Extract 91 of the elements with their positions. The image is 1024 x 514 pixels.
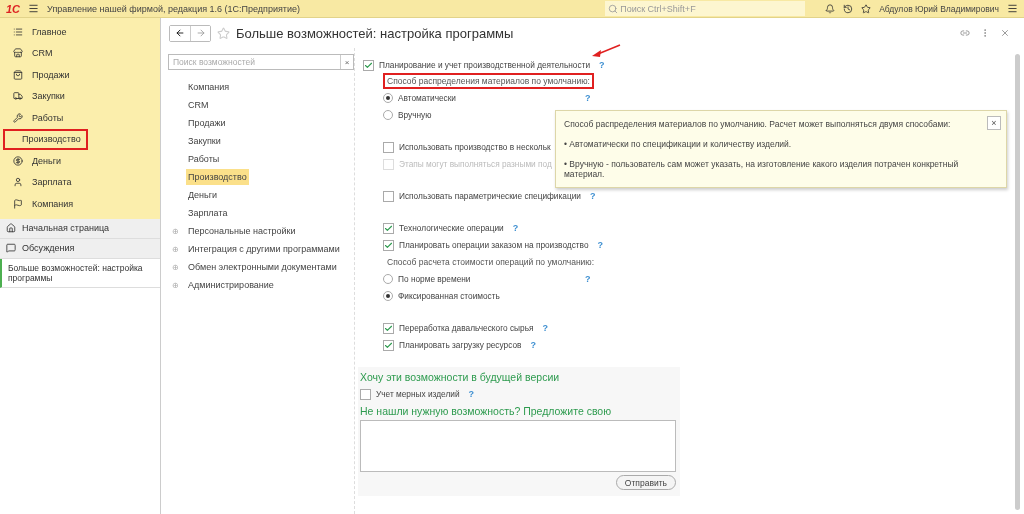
- help-icon[interactable]: ?: [530, 340, 536, 350]
- radio-label: Автоматически: [398, 93, 457, 103]
- checkbox[interactable]: [383, 222, 394, 234]
- tooltip-bullet: • Вручную - пользователь сам может указать, на изготовление какого изделия потрачен конкретный материал.: [564, 159, 960, 179]
- section-item[interactable]: Работы: [3, 107, 157, 129]
- checkbox-label: Планировать операции заказом на производство: [399, 240, 589, 250]
- tooltip-text: Способ распределения материалов по умолчанию. Расчет может выполняться двумя способами:: [564, 119, 952, 129]
- nav-item[interactable]: Обсуждения: [0, 238, 160, 259]
- help-icon[interactable]: ?: [597, 240, 604, 250]
- search-field[interactable]: Поиск возможностей ×: [168, 54, 354, 70]
- section-item[interactable]: Компания: [3, 193, 157, 215]
- section-heading: Хочу эти возможности в будущей версии: [360, 371, 561, 383]
- app-title: Управление нашей фирмой, редакция 1.6 (1С:Предприятие): [47, 3, 302, 14]
- checkbox-label: Планировать загрузку ресурсов: [399, 340, 522, 350]
- checkbox-label: Технологические операции: [399, 223, 504, 233]
- checkbox[interactable]: [383, 190, 394, 202]
- radio-label: По норме времени: [398, 274, 472, 284]
- radio-label: Вручную: [398, 110, 433, 120]
- home-icon: [6, 223, 16, 233]
- tree-item[interactable]: Компания: [186, 79, 232, 95]
- tree-item[interactable]: Продажи: [186, 115, 228, 131]
- section-item[interactable]: Деньги: [3, 150, 157, 172]
- list-icon: [13, 26, 23, 37]
- send-button[interactable]: Отправить: [615, 475, 676, 490]
- store-icon: [13, 48, 23, 59]
- wrench-icon: [13, 112, 23, 123]
- checkbox[interactable]: [383, 141, 394, 153]
- radio-label: Фиксированная стоимость: [398, 291, 501, 301]
- flag-icon: [13, 198, 23, 209]
- field-caption: Способ распределения материалов по умолчанию:: [383, 73, 594, 89]
- tree-item[interactable]: Зарплата: [186, 205, 230, 221]
- tree-item[interactable]: Закупки: [186, 133, 223, 149]
- arrow-left-icon: [175, 28, 185, 38]
- field-caption: Способ расчета стоимости операций по умолчанию:: [386, 256, 596, 269]
- chat-icon: [6, 243, 16, 253]
- checkbox[interactable]: [383, 239, 394, 251]
- checkbox[interactable]: [383, 322, 394, 334]
- checkbox-label: Этапы могут выполняться разными под: [399, 159, 552, 169]
- close-button[interactable]: ×: [987, 116, 1001, 130]
- tree-item[interactable]: Производство: [186, 169, 249, 185]
- section-item[interactable]: Зарплата: [3, 171, 157, 193]
- tree-item[interactable]: Деньги: [186, 187, 220, 203]
- help-icon[interactable]: ?: [542, 323, 548, 333]
- link-icon[interactable]: [960, 28, 970, 38]
- user-name[interactable]: Абдулов Юрий Владимирович: [879, 3, 999, 14]
- checkbox-label: Использовать производство в нескольк: [399, 142, 551, 152]
- checkbox[interactable]: [360, 388, 371, 400]
- page-title: Больше возможностей: настройка программы: [236, 25, 515, 41]
- checkbox-label: Учет мерных изделий: [376, 389, 460, 399]
- section-item[interactable]: Производство: [3, 128, 88, 150]
- section-item[interactable]: Главное: [3, 21, 157, 43]
- section-item[interactable]: Продажи: [3, 64, 157, 86]
- tooltip-bullet: • Автоматически по спецификации и количеству изделий.: [564, 139, 793, 149]
- section-heading: Не нашли нужную возможность? Предложите свою: [360, 405, 613, 417]
- checkbox-label: Планирование и учет производственной деятельности: [379, 60, 591, 70]
- section-item[interactable]: Закупки: [3, 85, 157, 107]
- close-icon[interactable]: [1000, 28, 1010, 38]
- pointer-arrow: [592, 44, 622, 58]
- help-icon[interactable]: ?: [512, 223, 519, 233]
- scrollbar[interactable]: [1015, 54, 1020, 510]
- menu-icon[interactable]: [28, 3, 40, 14]
- checkbox-label: Переработка давальческого сырья: [399, 323, 534, 333]
- star-icon[interactable]: [861, 3, 872, 14]
- tree-item[interactable]: Работы: [186, 151, 222, 167]
- history-icon[interactable]: [843, 3, 854, 14]
- forward-button[interactable]: [190, 25, 210, 41]
- help-icon[interactable]: ?: [589, 191, 596, 201]
- tree-item[interactable]: CRM: [186, 97, 211, 113]
- help-icon[interactable]: ?: [585, 274, 591, 284]
- checkbox[interactable]: [363, 59, 374, 71]
- checkbox[interactable]: [383, 339, 394, 351]
- suggestion-field[interactable]: [360, 420, 676, 472]
- tree-item[interactable]: Обмен электронными документами: [186, 259, 339, 275]
- logo: 1С: [6, 2, 21, 15]
- bag-icon: [13, 69, 23, 80]
- coin-icon: [13, 155, 23, 166]
- open-window-item[interactable]: Больше возможностей: настройка программы: [0, 258, 160, 288]
- tree-item[interactable]: Персональные настройки: [186, 223, 298, 239]
- nav-item[interactable]: Начальная страница: [0, 218, 160, 239]
- help-icon[interactable]: ?: [599, 60, 605, 70]
- bell-icon[interactable]: [825, 3, 836, 14]
- section-item[interactable]: CRM: [3, 42, 157, 64]
- tree-item[interactable]: Интеграция с другими программами: [186, 241, 342, 257]
- search-icon: [608, 3, 619, 14]
- help-icon[interactable]: ?: [585, 93, 591, 103]
- truck-icon: [13, 91, 23, 102]
- checkbox-label: Использовать параметрические спецификации: [399, 191, 581, 201]
- arrow-right-icon: [195, 28, 206, 38]
- person-icon: [13, 177, 23, 188]
- menu-icon[interactable]: [1007, 3, 1018, 14]
- tree-item[interactable]: Администрирование: [186, 277, 276, 293]
